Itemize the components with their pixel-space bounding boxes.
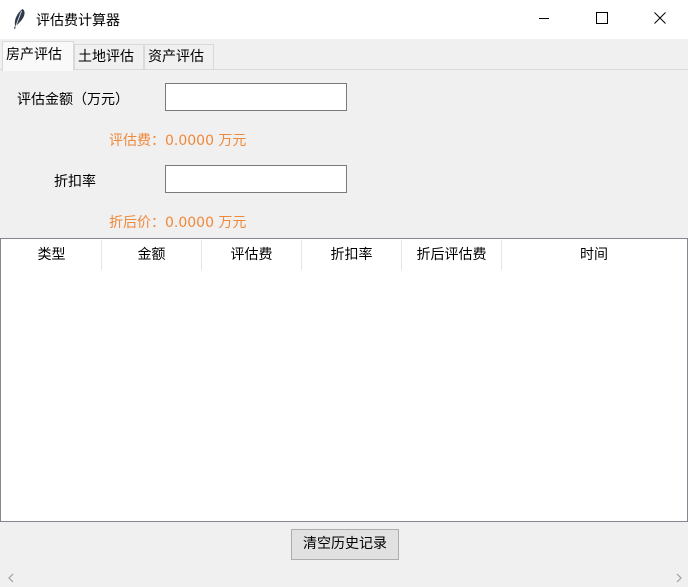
scroll-right-icon[interactable] <box>670 569 687 587</box>
window-title: 评估费计算器 <box>36 13 120 29</box>
title-bar: 评估费计算器 <box>0 0 688 39</box>
column-header-time[interactable]: 时间 <box>502 240 686 270</box>
column-header-fee[interactable]: 评估费 <box>202 240 302 270</box>
app-window: 评估费计算器 房产评估 土地评估 资产评估 评估金额（万元） 评估费：0.000… <box>0 0 688 587</box>
history-table[interactable]: 类型 金额 评估费 折扣率 折后评估费 时间 <box>0 238 688 522</box>
table-body <box>2 270 686 520</box>
tab-property-appraisal[interactable]: 房产评估 <box>2 41 74 71</box>
clear-history-button[interactable]: 清空历史记录 <box>291 529 399 560</box>
discount-label: 折扣率 <box>54 174 96 190</box>
scroll-left-icon[interactable] <box>2 569 19 587</box>
tab-land-appraisal[interactable]: 土地评估 <box>74 44 144 69</box>
minimize-button[interactable] <box>515 0 573 39</box>
column-header-discounted-fee[interactable]: 折后评估费 <box>402 240 502 270</box>
feather-icon <box>10 8 28 30</box>
close-button[interactable] <box>631 0 688 39</box>
tab-asset-appraisal[interactable]: 资产评估 <box>144 44 214 69</box>
appraisal-form: 评估金额（万元） 评估费：0.0000 万元 折扣率 折后价：0.0000 万元 <box>1 70 687 238</box>
amount-input[interactable] <box>165 83 347 111</box>
maximize-button[interactable] <box>573 0 631 39</box>
close-icon <box>654 11 666 28</box>
table-header: 类型 金额 评估费 折扣率 折后评估费 时间 <box>2 240 686 270</box>
fee-result: 评估费：0.0000 万元 <box>109 133 247 149</box>
column-header-type[interactable]: 类型 <box>2 240 102 270</box>
column-header-amount[interactable]: 金额 <box>102 240 202 270</box>
maximize-icon <box>596 11 608 28</box>
discount-input[interactable] <box>165 165 347 193</box>
amount-label: 评估金额（万元） <box>17 92 129 108</box>
column-header-discount[interactable]: 折扣率 <box>302 240 402 270</box>
horizontal-scrollbar[interactable] <box>0 569 688 587</box>
discounted-result: 折后价：0.0000 万元 <box>109 215 247 231</box>
minimize-icon <box>538 12 550 28</box>
